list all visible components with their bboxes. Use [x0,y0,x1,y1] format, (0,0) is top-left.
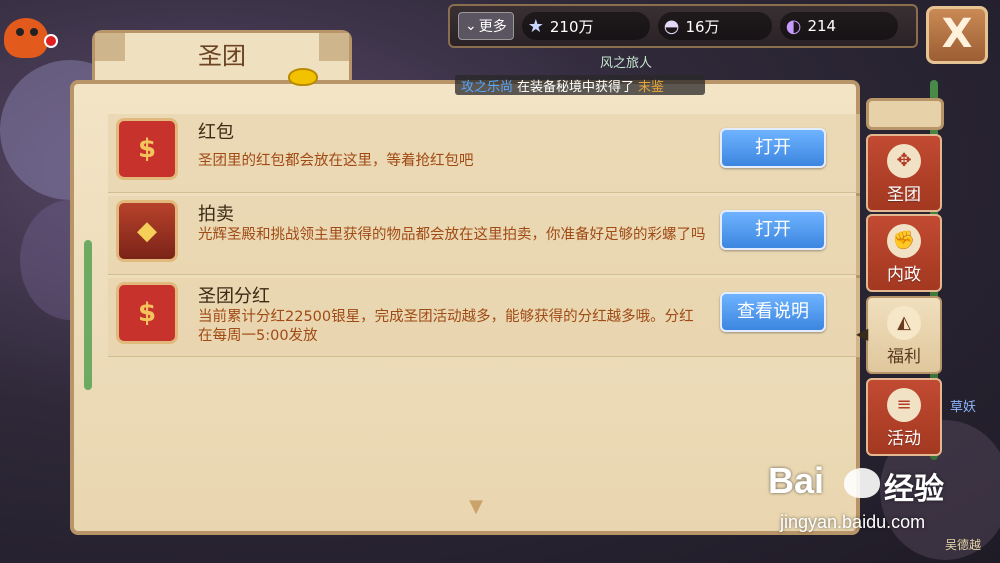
banner-right-decoration [319,33,349,61]
tab-welfare[interactable]: ◀ ◭ 福利 [856,296,942,374]
npc-name-label: 草妖 [950,400,977,415]
more-label: 更多 [478,19,507,35]
vine-decoration [84,240,92,390]
scroll-down-icon[interactable]: ▼ [464,498,488,516]
watermark-logo: Bai [768,460,825,501]
crystal-icon: ◐ [785,15,802,37]
tab-internal-affairs[interactable]: ✊ 内政 [866,214,942,292]
view-description-button[interactable]: 查看说明 [720,292,826,332]
ticker-item: 末鉴 [638,79,665,95]
notification-dot [44,34,58,48]
broadcast-ticker: 攻之乐尚 在装备秘境中获得了 末鉴 [455,75,705,95]
tab-bar-top-decoration [866,98,944,130]
resource-crystal[interactable]: ◐ 214 [779,12,898,40]
mascot-icon[interactable] [4,18,48,58]
shell-icon: ◓ [663,15,680,37]
active-arrow-icon: ◀ [856,324,869,343]
open-auction-button[interactable]: 打开 [720,210,826,250]
ticker-text: 在装备秘境中获得了 [517,79,635,95]
tab-guild[interactable]: ✥ 圣团 [866,134,942,212]
resource-shell[interactable]: ◓ 16万 [657,12,772,40]
watermark-url: jingyan.baidu.com [780,512,926,532]
close-button[interactable]: X [926,6,988,64]
cake-icon: ◭ [887,306,921,340]
tab-label: 内政 [887,265,921,285]
more-button[interactable]: ⌄ 更多 [458,12,514,40]
item-name: 红包 [198,122,234,143]
list-item-auction: ◆ 拍卖 光辉圣殿和挑战领主里获得的物品都会放在这里拍卖，你准备好足够的彩螺了吗… [108,196,860,275]
item-desc: 光辉圣殿和挑战领主里获得的物品都会放在这里拍卖，你准备好足够的彩螺了吗 [198,227,706,243]
ticker-player: 攻之乐尚 [461,79,514,95]
scroll-icon: ≡ [887,388,921,422]
tab-label: 活动 [887,429,921,449]
watermark-logo-text: 经验 [884,473,944,506]
panel-title-text: 圣团 [198,42,246,70]
watermark: Bai 经验 jingyan.baidu.com [760,460,996,560]
side-tab-bar: ✥ 圣团 ✊ 内政 ◀ ◭ 福利 ≡ 活动 [856,98,944,518]
resource-bar: ⌄ 更多 ★ 210万 ◓ 16万 ◐ 214 [448,4,918,48]
gold-ingot-icon [288,68,318,86]
auction-gate-icon: ◆ [116,200,178,262]
shell-value: 16万 [685,17,720,36]
item-desc: 圣团里的红包都会放在这里，等着抢红包吧 [198,153,474,169]
map-name-label: 风之旅人 [600,56,653,71]
item-name: 拍卖 [198,204,234,225]
crystal-value: 214 [807,17,837,35]
tab-activities[interactable]: ≡ 活动 [866,378,942,456]
item-name: 圣团分红 [198,286,270,307]
resource-star[interactable]: ★ 210万 [521,12,650,40]
star-value: 210万 [549,17,594,36]
item-desc: 当前累计分红22500银星，完成圣团活动越多，能够获得的分红越多哦。分红在每周一… [198,309,694,344]
paw-icon [844,468,880,498]
red-envelope-icon: $ [116,282,178,344]
chevron-down-icon: ⌄ [465,18,477,34]
open-red-envelope-button[interactable]: 打开 [720,128,826,168]
tab-label: 福利 [887,347,921,367]
tab-label: 圣团 [887,185,921,205]
star-icon: ★ [527,15,544,37]
list-item-red-envelope: $ 红包 圣团里的红包都会放在这里，等着抢红包吧 打开 [108,114,860,193]
fist-icon: ✊ [887,224,921,258]
red-envelope-icon: $ [116,118,178,180]
list-item-dividend: $ 圣团分红 当前累计分红22500银星，完成圣团活动越多，能够获得的分红越多哦… [108,278,860,357]
banner-left-decoration [95,33,125,61]
emblem-icon: ✥ [887,144,921,178]
